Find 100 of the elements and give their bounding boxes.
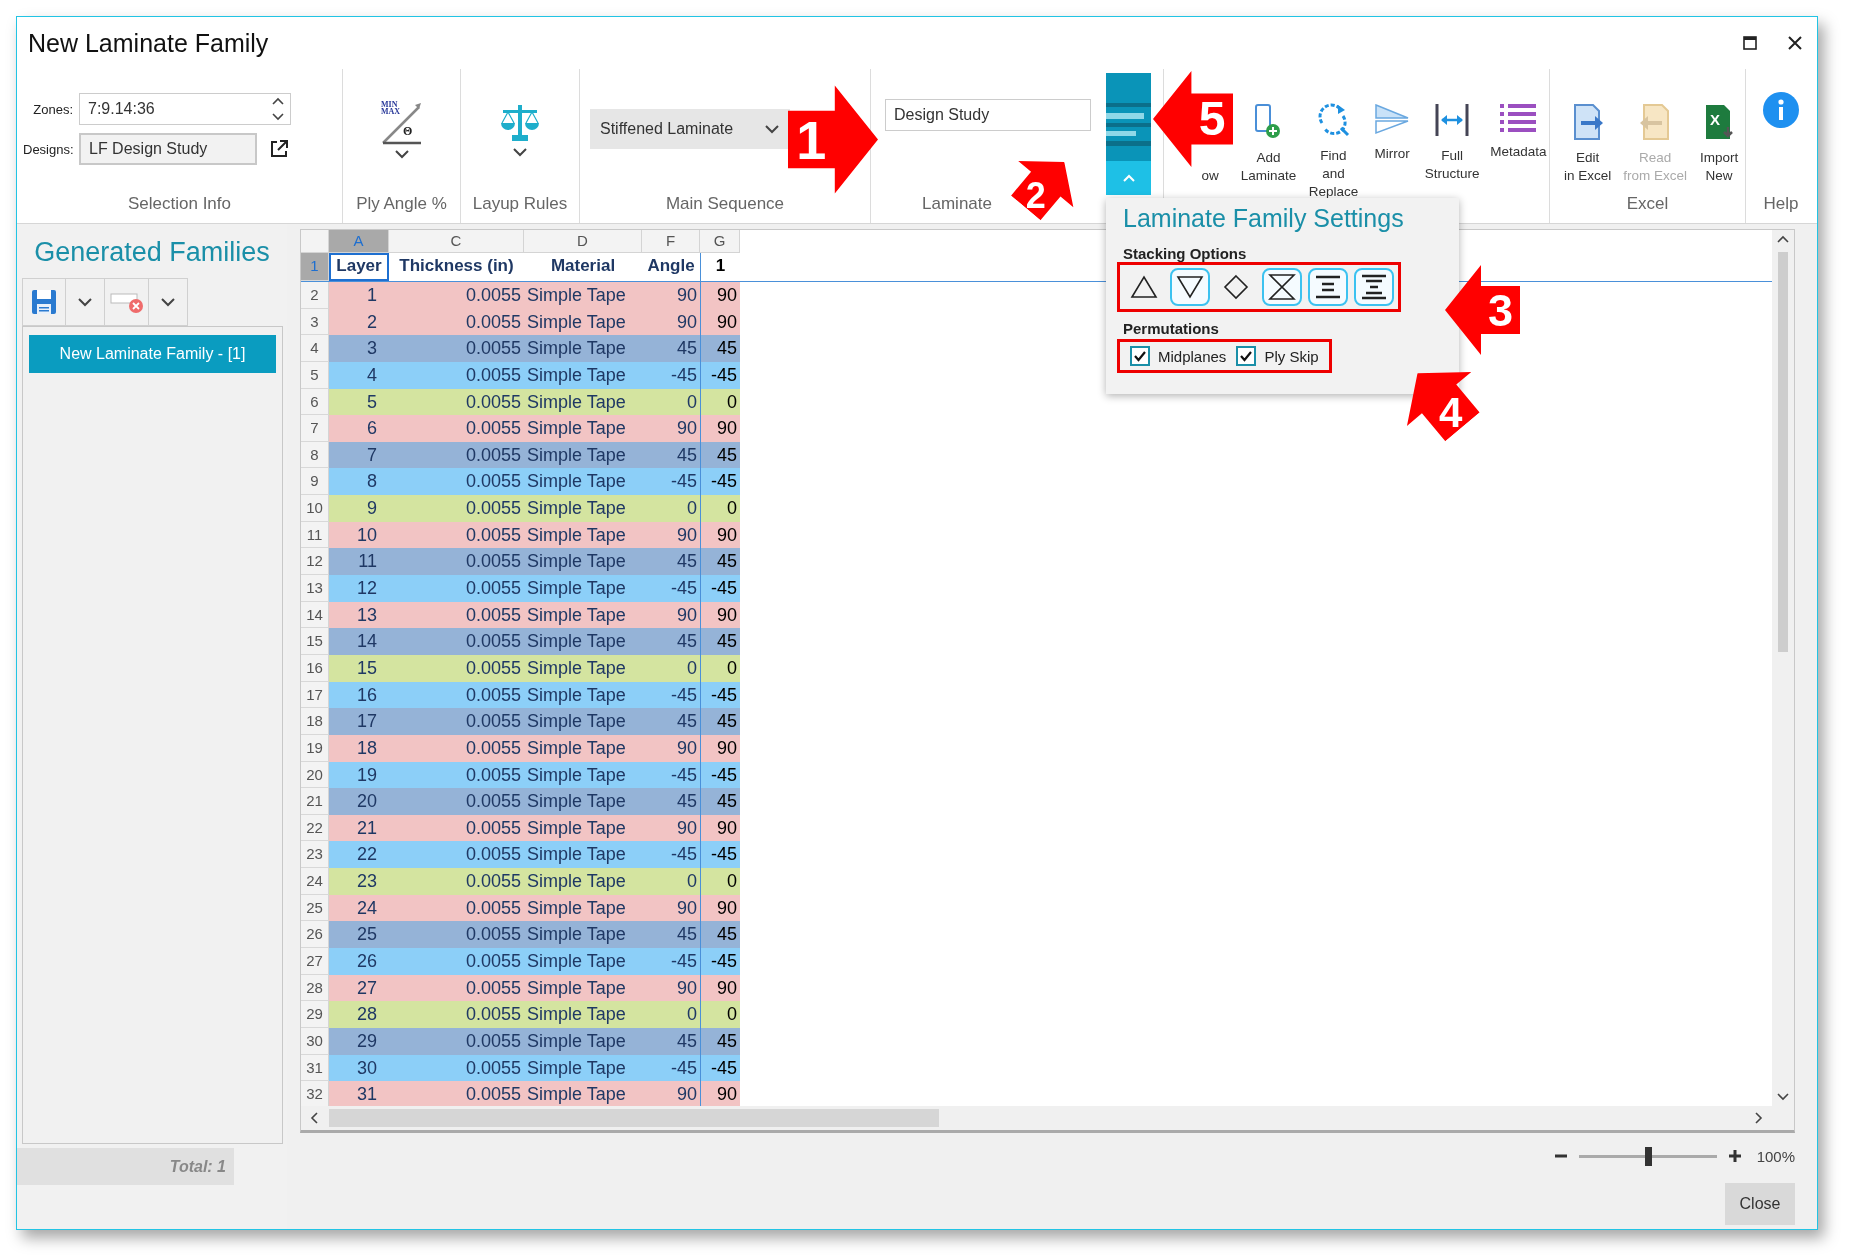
table-cell: 0.0055: [389, 921, 524, 948]
row-header[interactable]: 24: [301, 868, 329, 895]
maximize-icon[interactable]: [1743, 36, 1757, 50]
designs-field[interactable]: LF Design Study: [79, 133, 257, 165]
row-header[interactable]: 20: [301, 761, 329, 789]
row-header[interactable]: 23: [301, 841, 329, 869]
scroll-down-icon[interactable]: [1776, 1092, 1790, 1102]
row-header[interactable]: 26: [301, 921, 329, 948]
table-cell: 0.0055: [389, 814, 524, 842]
design-study-field[interactable]: Design Study: [885, 99, 1091, 131]
row-header[interactable]: 2: [301, 282, 329, 309]
row-header[interactable]: 5: [301, 361, 329, 389]
ribbon-button[interactable]: Full Structure: [1422, 101, 1482, 183]
section-label: Permutations: [1123, 320, 1220, 337]
stacking-option[interactable]: [1308, 268, 1348, 306]
ply-angle-button[interactable]: MIN MAX Θ: [378, 99, 425, 159]
scroll-up-icon[interactable]: [1776, 234, 1790, 244]
row-header[interactable]: 10: [301, 495, 329, 522]
table-cell: -45: [642, 761, 700, 789]
row-header[interactable]: 11: [301, 521, 329, 549]
close-icon[interactable]: [1787, 35, 1803, 51]
row-header[interactable]: 13: [301, 575, 329, 602]
row-header[interactable]: 6: [301, 388, 329, 416]
column-header[interactable]: F: [642, 230, 700, 253]
row-header[interactable]: 28: [301, 974, 329, 1002]
row-header[interactable]: 12: [301, 548, 329, 576]
save-button[interactable]: [22, 278, 66, 326]
row-header[interactable]: 4: [301, 335, 329, 362]
table-cell: 1: [329, 282, 389, 309]
stacking-option[interactable]: [1354, 268, 1394, 306]
table-cell: 90: [700, 521, 740, 549]
table-cell: 0.0055: [389, 1054, 524, 1082]
ribbon-button[interactable]: Metadata: [1487, 101, 1549, 161]
checkbox[interactable]: [1236, 346, 1257, 366]
ribbon-button[interactable]: Add Laminate: [1238, 101, 1299, 185]
table-cell: 45: [642, 335, 700, 362]
row-header[interactable]: 22: [301, 814, 329, 842]
info-icon[interactable]: [1762, 91, 1800, 129]
zoom-out-icon[interactable]: [1554, 1154, 1567, 1158]
row-header[interactable]: 16: [301, 654, 329, 682]
row-header[interactable]: 25: [301, 894, 329, 922]
row-header[interactable]: 27: [301, 948, 329, 975]
row-header[interactable]: 17: [301, 681, 329, 709]
table-cell: Simple Tape: [524, 548, 642, 576]
scrollbar-thumb[interactable]: [329, 1109, 939, 1127]
spinner-icon[interactable]: [270, 95, 286, 123]
table-cell: Simple Tape: [524, 361, 642, 389]
row-header[interactable]: 18: [301, 708, 329, 735]
ribbon-button[interactable]: X Import New: [1695, 101, 1744, 185]
table-cell: Simple Tape: [524, 308, 642, 336]
sequence-dropdown[interactable]: Stiffened Laminate: [590, 109, 790, 149]
table-cell: 0.0055: [389, 308, 524, 336]
popup-title: Laminate Family Settings: [1123, 204, 1405, 233]
zones-field[interactable]: 7:9.14:36: [79, 93, 291, 125]
row-header[interactable]: 32: [301, 1081, 329, 1108]
row-header[interactable]: 9: [301, 468, 329, 496]
column-header[interactable]: D: [524, 230, 642, 253]
stacking-option[interactable]: [1262, 268, 1302, 306]
table-cell: 25: [329, 921, 389, 948]
close-button[interactable]: Close: [1725, 1183, 1795, 1225]
stacking-option[interactable]: [1170, 268, 1210, 306]
row-header[interactable]: 31: [301, 1054, 329, 1082]
column-header[interactable]: C: [389, 230, 524, 253]
caret-icon: [393, 149, 410, 159]
table-cell: -45: [700, 761, 740, 789]
ribbon-button[interactable]: Find and Replace: [1304, 101, 1363, 201]
table-cell: 45: [642, 441, 700, 469]
row-header[interactable]: 14: [301, 601, 329, 629]
external-link-icon[interactable]: [269, 139, 289, 159]
checkbox[interactable]: [1130, 346, 1150, 366]
column-header[interactable]: G: [700, 230, 740, 253]
scroll-left-icon[interactable]: [309, 1111, 319, 1125]
scroll-right-icon[interactable]: [1754, 1111, 1764, 1125]
table-cell: 16: [329, 681, 389, 709]
table-cell: 23: [329, 868, 389, 895]
check-icon: [1240, 350, 1253, 362]
row-header[interactable]: 19: [301, 734, 329, 762]
table-cell: Simple Tape: [524, 974, 642, 1002]
remove-icon: [109, 290, 144, 314]
ribbon-button[interactable]: Mirror: [1368, 101, 1417, 163]
row-header[interactable]: 21: [301, 788, 329, 815]
table-cell: -45: [700, 948, 740, 975]
table-cell: 5: [329, 388, 389, 416]
row-header[interactable]: 7: [301, 415, 329, 442]
zoom-in-icon[interactable]: [1728, 1150, 1741, 1162]
row-header[interactable]: 3: [301, 308, 329, 336]
row-header[interactable]: 30: [301, 1027, 329, 1055]
row-header[interactable]: 29: [301, 1001, 329, 1028]
scrollbar-thumb[interactable]: [1778, 252, 1788, 652]
table-cell: 1: [700, 253, 740, 281]
ribbon-button[interactable]: ow: [1202, 167, 1219, 185]
table-cell: 0.0055: [389, 361, 524, 389]
callout-number: 5: [1198, 95, 1226, 143]
ribbon-button[interactable]: Edit in Excel: [1560, 101, 1616, 185]
row-header[interactable]: 8: [301, 441, 329, 469]
slider-thumb[interactable]: [1644, 1146, 1652, 1166]
remove-button[interactable]: [105, 278, 149, 326]
table-cell-text: Material: [549, 255, 617, 277]
table-cell: Simple Tape: [524, 282, 642, 309]
row-header[interactable]: 15: [301, 628, 329, 655]
